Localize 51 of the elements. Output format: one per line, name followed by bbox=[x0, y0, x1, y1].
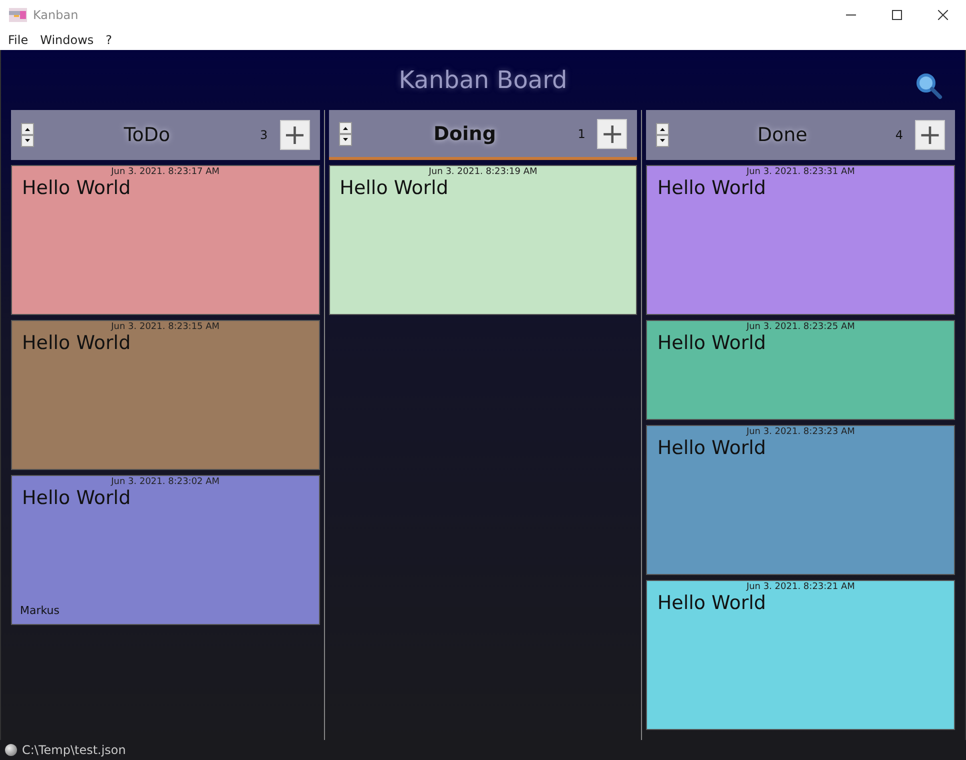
card-date: Jun 3. 2021. 8:23:31 AM bbox=[746, 167, 855, 177]
card-date: Jun 3. 2021. 8:23:17 AM bbox=[111, 167, 220, 177]
maximize-icon[interactable] bbox=[892, 10, 902, 20]
card-text: Hello World bbox=[657, 177, 766, 199]
card-text: Hello World bbox=[657, 437, 766, 459]
card-author: Markus bbox=[20, 604, 60, 617]
card[interactable]: Jun 3. 2021. 8:23:02 AM Hello World Markus bbox=[11, 475, 320, 625]
card-count: 4 bbox=[895, 128, 904, 142]
card-text: Hello World bbox=[340, 177, 448, 199]
search-icon[interactable] bbox=[915, 72, 943, 100]
column-header[interactable]: Doing 1 + bbox=[328, 110, 638, 160]
app-icon bbox=[9, 8, 27, 22]
column-title: Doing bbox=[432, 122, 497, 144]
card-text: Hello World bbox=[22, 487, 131, 509]
card-date: Jun 3. 2021. 8:23:02 AM bbox=[111, 477, 220, 487]
column-header[interactable]: ToDo 3 + bbox=[11, 110, 320, 160]
card-date: Jun 3. 2021. 8:23:25 AM bbox=[746, 322, 855, 332]
card-count: 1 bbox=[578, 126, 586, 140]
menu-item[interactable]: ? bbox=[106, 33, 112, 47]
card[interactable]: Jun 3. 2021. 8:23:21 AM Hello World bbox=[646, 580, 956, 730]
menu-item[interactable]: File bbox=[8, 33, 28, 47]
card[interactable]: Jun 3. 2021. 8:23:17 AM Hello World bbox=[11, 165, 320, 315]
file-path: C:\Temp\test.json bbox=[22, 743, 126, 757]
add-button[interactable]: + bbox=[280, 120, 310, 150]
card-text: Hello World bbox=[22, 332, 131, 354]
card-date: Jun 3. 2021. 8:23:21 AM bbox=[746, 582, 855, 592]
card-text: Hello World bbox=[657, 332, 766, 354]
card-date: Jun 3. 2021. 8:23:15 AM bbox=[111, 322, 220, 332]
card[interactable]: Jun 3. 2021. 8:23:23 AM Hello World bbox=[646, 425, 956, 575]
spin-icon[interactable] bbox=[656, 123, 670, 147]
spin-icon[interactable] bbox=[338, 122, 352, 146]
card-text: Hello World bbox=[657, 592, 766, 614]
column-header[interactable]: Done 4 + bbox=[646, 110, 956, 160]
add-button[interactable]: + bbox=[597, 118, 628, 148]
card[interactable]: Jun 3. 2021. 8:23:31 AM Hello World bbox=[646, 165, 956, 315]
spin-icon[interactable] bbox=[21, 123, 34, 147]
card[interactable]: Jun 3. 2021. 8:23:19 AM Hello World bbox=[328, 165, 638, 315]
card-count: 3 bbox=[260, 128, 268, 142]
card[interactable]: Jun 3. 2021. 8:23:25 AM Hello World bbox=[646, 320, 956, 420]
card[interactable]: Jun 3. 2021. 8:23:15 AM Hello World bbox=[11, 320, 320, 470]
window-title: Kanban bbox=[33, 8, 78, 22]
card-date: Jun 3. 2021. 8:23:23 AM bbox=[746, 427, 855, 437]
menu-item[interactable]: Windows bbox=[40, 33, 94, 47]
card-date: Jun 3. 2021. 8:23:19 AM bbox=[428, 167, 538, 177]
status-icon bbox=[5, 744, 17, 756]
column-title: ToDo bbox=[122, 124, 172, 146]
add-button[interactable]: + bbox=[915, 120, 946, 150]
card-text: Hello World bbox=[22, 177, 131, 199]
column-title: Done bbox=[756, 124, 808, 146]
board-title: Kanban Board bbox=[398, 66, 568, 94]
close-icon[interactable] bbox=[938, 10, 948, 20]
